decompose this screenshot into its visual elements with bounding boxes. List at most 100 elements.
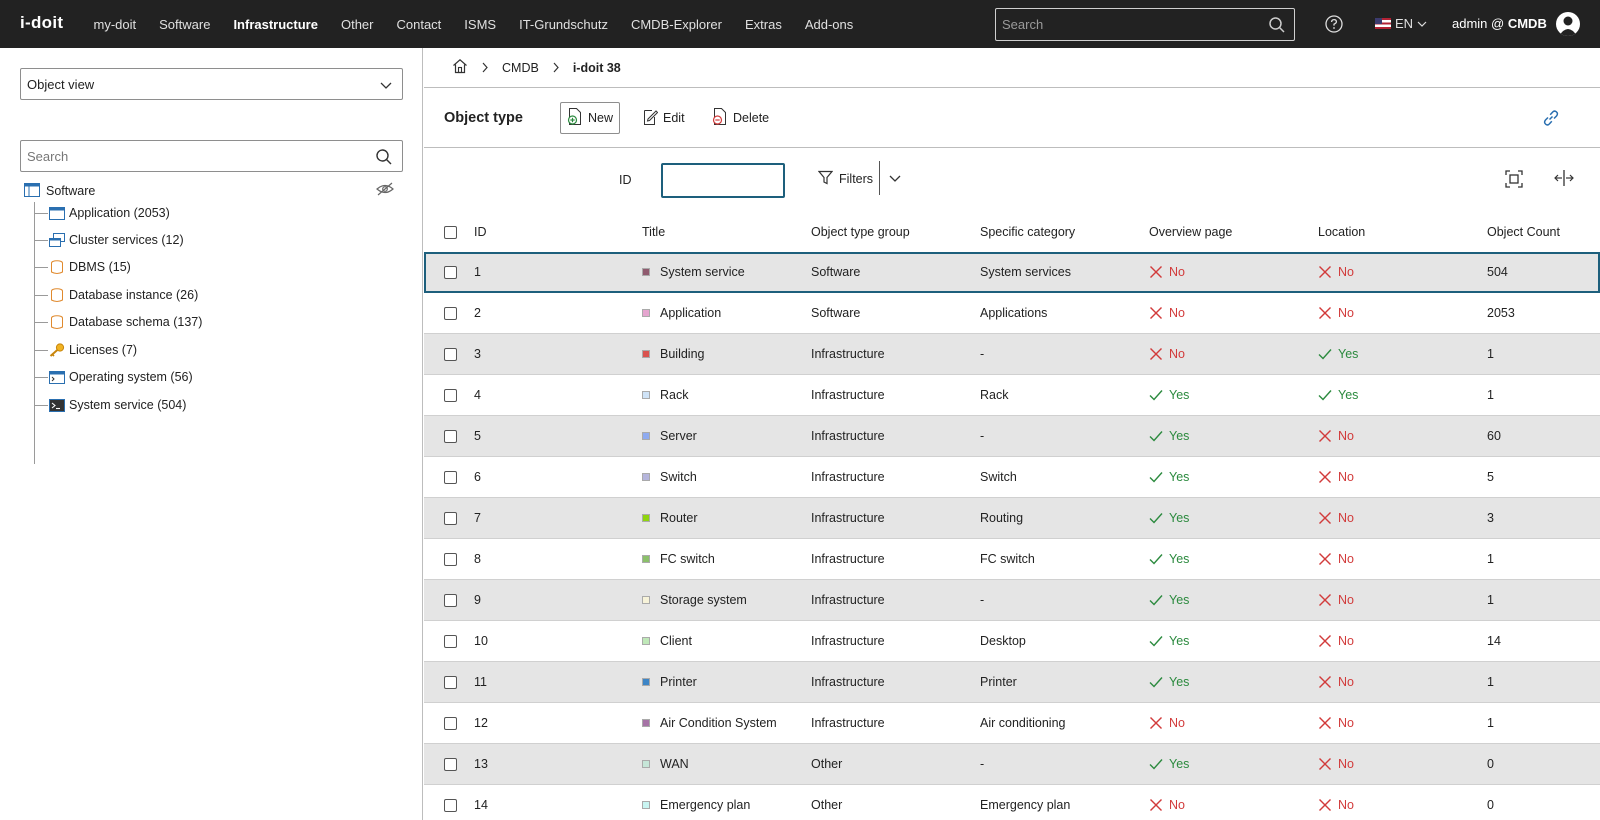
header-specific-category[interactable]: Specific category (980, 212, 1075, 252)
status-no: No (1149, 306, 1185, 320)
specific-category-cell: - (980, 593, 985, 607)
help-icon[interactable] (1325, 15, 1343, 36)
fit-to-screen-icon[interactable] (1505, 170, 1523, 191)
header-overview-page[interactable]: Overview page (1149, 212, 1232, 252)
table-row[interactable]: 6 Switch Infrastructure Switch Yes No 5 (424, 457, 1600, 498)
table-row[interactable]: 10 Client Infrastructure Desktop Yes No 14 (424, 621, 1600, 662)
cross-icon (1149, 306, 1163, 320)
title-cell[interactable]: Air Condition System (642, 703, 777, 743)
tree-item-dbms[interactable]: DBMS (15) (34, 256, 131, 278)
table-row[interactable]: 2 Application Software Applications No No 2053 (424, 293, 1600, 334)
id-filter-input[interactable] (661, 163, 785, 198)
title-cell[interactable]: Server (642, 416, 697, 456)
table-row[interactable]: 13 WAN Other - Yes No 0 (424, 744, 1600, 785)
user-menu[interactable]: admin @ CMDB (1452, 16, 1547, 31)
global-search-input[interactable] (996, 17, 1256, 32)
select-all-checkbox[interactable] (444, 212, 457, 252)
row-checkbox[interactable] (444, 334, 457, 374)
row-checkbox[interactable] (444, 539, 457, 579)
search-icon[interactable] (375, 148, 393, 169)
title-cell[interactable]: Building (642, 334, 704, 374)
nav-item-software[interactable]: Software (148, 17, 222, 32)
avatar[interactable] (1556, 12, 1580, 36)
title-cell[interactable]: Storage system (642, 580, 747, 620)
language-selector[interactable]: EN (1375, 16, 1427, 31)
tree-root-software[interactable]: Software (24, 180, 95, 202)
search-icon[interactable] (1268, 16, 1286, 37)
title-cell[interactable]: Application (642, 293, 721, 333)
title-cell[interactable]: Emergency plan (642, 785, 750, 820)
tree-item-cluster-services[interactable]: Cluster services (12) (34, 229, 184, 251)
header-title[interactable]: Title (642, 212, 665, 252)
nav-item-my-doit[interactable]: my-doit (82, 17, 148, 32)
tree-item-database-instance[interactable]: Database instance (26) (34, 284, 198, 306)
tree-item-operating-system[interactable]: Operating system (56) (34, 366, 193, 388)
table-row[interactable]: 3 Building Infrastructure - No Yes 1 (424, 334, 1600, 375)
tree-item-database-schema[interactable]: Database schema (137) (34, 311, 202, 333)
row-checkbox[interactable] (444, 703, 457, 743)
nav-item-isms[interactable]: ISMS (453, 17, 508, 32)
nav-item-contact[interactable]: Contact (385, 17, 453, 32)
table-row[interactable]: 5 Server Infrastructure - Yes No 60 (424, 416, 1600, 457)
header-object-count[interactable]: Object Count (1487, 212, 1560, 252)
title-cell[interactable]: Router (642, 498, 698, 538)
link-icon[interactable] (1542, 109, 1560, 130)
tree-item-licenses[interactable]: Licenses (7) (34, 339, 137, 361)
nav-item-cmdb-explorer[interactable]: CMDB-Explorer (619, 17, 733, 32)
row-checkbox[interactable] (444, 457, 457, 497)
table-row[interactable]: 14 Emergency plan Other Emergency plan No No 0 (424, 785, 1600, 820)
specific-category-cell: Desktop (980, 634, 1026, 648)
table-row[interactable]: 7 Router Infrastructure Routing Yes No 3 (424, 498, 1600, 539)
sidebar-search-input[interactable] (21, 148, 361, 164)
table-row[interactable]: 1 System service Software System services No… (424, 252, 1600, 293)
new-button[interactable]: New (560, 102, 621, 134)
table-row[interactable]: 11 Printer Infrastructure Printer Yes No 1 (424, 662, 1600, 703)
nav-item-it-grundschutz[interactable]: IT-Grundschutz (508, 17, 620, 32)
row-checkbox[interactable] (444, 375, 457, 415)
delete-button[interactable]: Delete (706, 102, 775, 134)
checkmark-icon (1149, 553, 1163, 565)
row-checkbox[interactable] (444, 621, 457, 661)
title-label: Application (660, 306, 722, 320)
title-cell[interactable]: Client (642, 621, 692, 661)
edit-button[interactable]: Edit (636, 102, 691, 134)
specific-category-cell: - (980, 429, 985, 443)
color-swatch (642, 391, 650, 399)
title-cell[interactable]: Printer (642, 662, 697, 702)
nav-item-extras[interactable]: Extras (733, 17, 793, 32)
filters-button[interactable]: Filters (817, 161, 873, 197)
color-swatch (642, 801, 650, 809)
table-row[interactable]: 9 Storage system Infrastructure - Yes No 1 (424, 580, 1600, 621)
title-cell[interactable]: Rack (642, 375, 688, 415)
header-object-type-group[interactable]: Object type group (811, 212, 910, 252)
row-checkbox[interactable] (444, 580, 457, 620)
hide-empty-eye-off-icon[interactable] (376, 182, 394, 199)
title-cell[interactable]: WAN (642, 744, 689, 784)
row-checkbox[interactable] (444, 785, 457, 820)
row-checkbox[interactable] (444, 498, 457, 538)
tree-item-system-service[interactable]: System service (504) (34, 394, 186, 416)
row-checkbox[interactable] (444, 293, 457, 333)
header-id[interactable]: ID (474, 212, 487, 252)
logo[interactable]: i-doit (20, 13, 63, 33)
nav-item-add-ons[interactable]: Add-ons (793, 17, 864, 32)
row-checkbox[interactable] (444, 416, 457, 456)
row-checkbox[interactable] (444, 662, 457, 702)
table-row[interactable]: 4 Rack Infrastructure Rack Yes Yes 1 (424, 375, 1600, 416)
table-row[interactable]: 12 Air Condition System Infrastructure Air … (424, 703, 1600, 744)
home-icon[interactable] (452, 58, 468, 77)
header-location[interactable]: Location (1318, 212, 1365, 252)
row-checkbox[interactable] (444, 744, 457, 784)
nav-item-other[interactable]: Other (329, 17, 385, 32)
breadcrumb-cmdb[interactable]: CMDB (502, 61, 539, 75)
title-cell[interactable]: System service (642, 252, 745, 292)
resize-columns-icon[interactable] (1554, 169, 1574, 190)
title-cell[interactable]: FC switch (642, 539, 715, 579)
nav-item-infrastructure[interactable]: Infrastructure (222, 17, 330, 32)
object-view-select[interactable]: Object view (20, 68, 403, 100)
title-cell[interactable]: Switch (642, 457, 697, 497)
chevron-down-icon[interactable] (889, 172, 901, 186)
row-checkbox[interactable] (444, 252, 457, 292)
table-row[interactable]: 8 FC switch Infrastructure FC switch Yes No 1 (424, 539, 1600, 580)
tree-item-application[interactable]: Application (2053) (34, 202, 170, 224)
